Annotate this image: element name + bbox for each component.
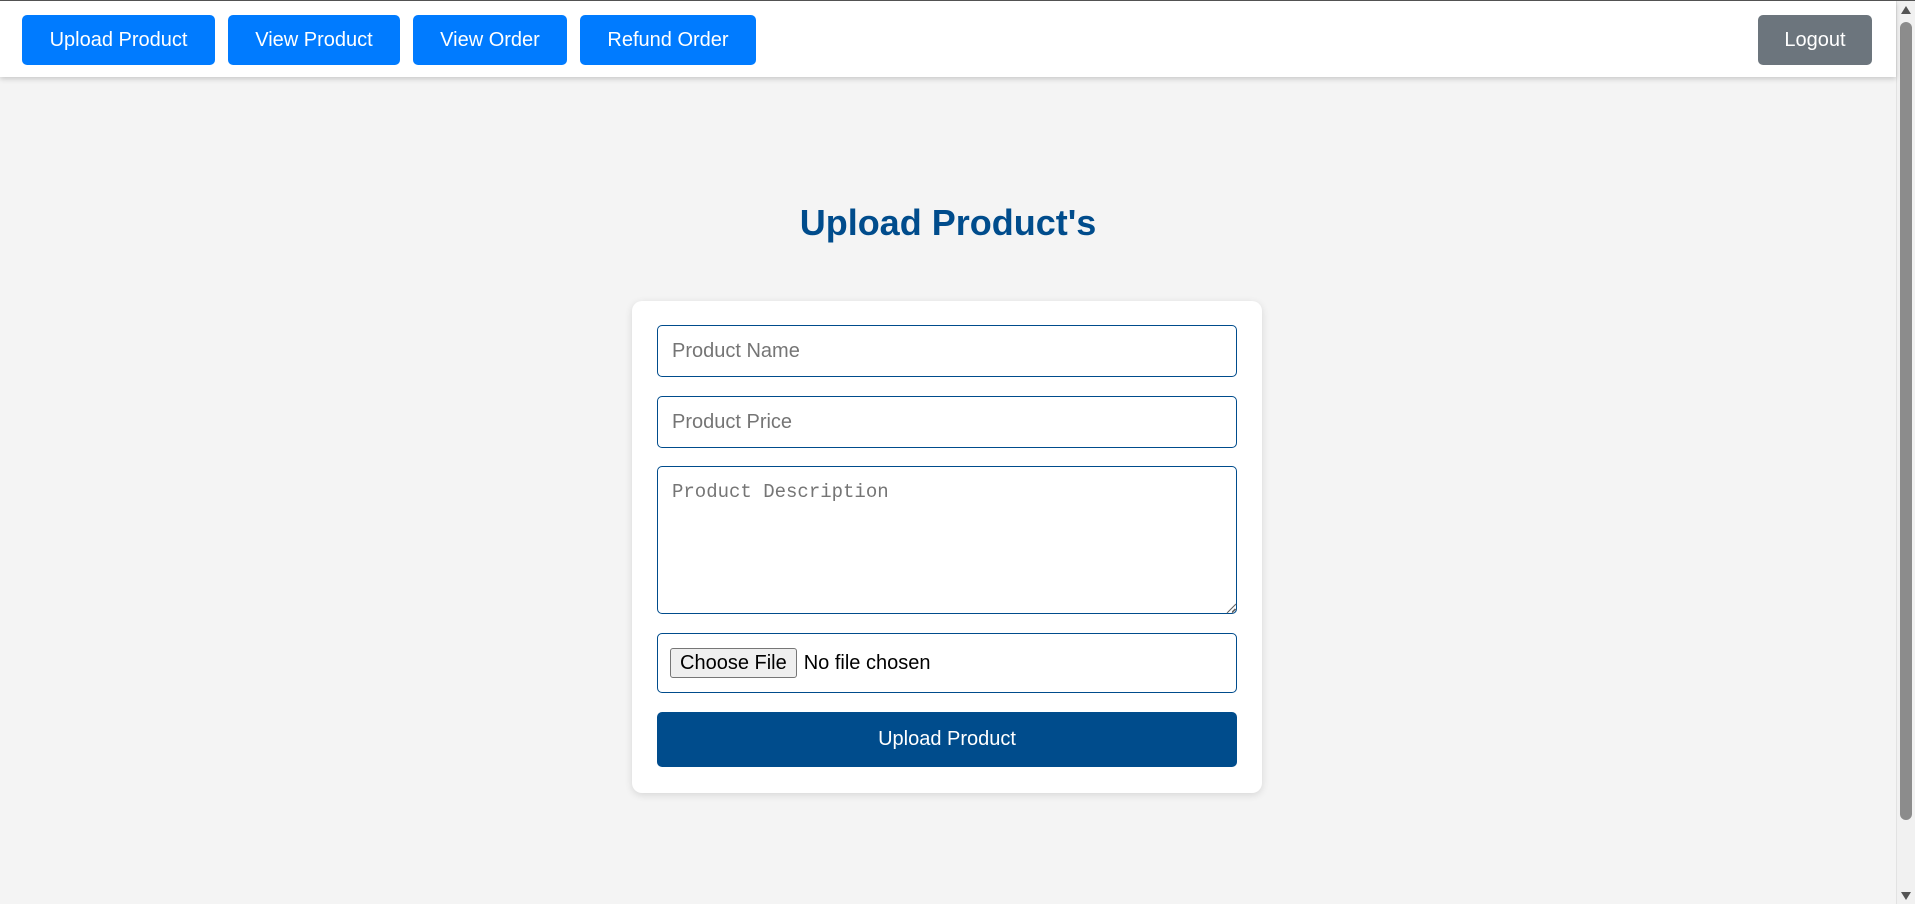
- scroll-down-arrow-icon[interactable]: [1901, 892, 1911, 900]
- product-price-input[interactable]: [657, 396, 1237, 448]
- upload-product-submit-button[interactable]: Upload Product: [657, 712, 1237, 767]
- app-page: Upload Product View Product View Order R…: [0, 0, 1915, 904]
- upload-product-form: Choose File No file chosen Upload Produc…: [632, 301, 1262, 793]
- product-name-input[interactable]: [657, 325, 1237, 377]
- vertical-scrollbar[interactable]: [1896, 1, 1915, 904]
- scroll-up-arrow-icon[interactable]: [1901, 6, 1911, 14]
- page-title: Upload Product's: [799, 202, 1097, 243]
- nav-upload-product-button[interactable]: Upload Product: [22, 15, 215, 65]
- top-navbar: Upload Product View Product View Order R…: [0, 1, 1896, 77]
- product-description-textarea[interactable]: [657, 466, 1237, 614]
- nav-view-order-button[interactable]: View Order: [413, 15, 567, 65]
- file-status-text: No file chosen: [803, 651, 931, 674]
- file-upload-field: Choose File No file chosen: [657, 633, 1237, 693]
- choose-file-button[interactable]: Choose File: [670, 648, 797, 678]
- logout-button[interactable]: Logout: [1758, 15, 1872, 65]
- scrollbar-thumb[interactable]: [1900, 22, 1912, 820]
- nav-refund-order-button[interactable]: Refund Order: [580, 15, 756, 65]
- nav-view-product-button[interactable]: View Product: [228, 15, 400, 65]
